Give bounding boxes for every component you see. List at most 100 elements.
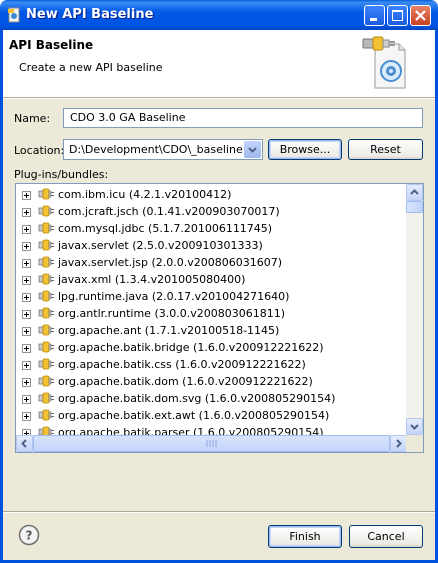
close-button[interactable]: [410, 5, 431, 26]
name-label: Name:: [14, 112, 51, 125]
title-bar[interactable]: New API Baseline: [0, 0, 438, 30]
dialog-window: New API Baseline API Baseline Create a n…: [0, 0, 438, 563]
plugin-label: org.apache.ant (1.7.1.v20100518-1145): [58, 324, 280, 337]
vertical-scrollbar[interactable]: [406, 184, 423, 435]
wizard-banner: API Baseline Create a new API baseline: [3, 30, 435, 98]
tree-row[interactable]: lpg.runtime.java (2.0.17.v201004271640): [16, 288, 407, 305]
expand-icon[interactable]: [22, 275, 31, 285]
plugin-icon: [38, 424, 54, 435]
plugin-label: org.apache.batik.ext.awt (1.6.0.v2008052…: [58, 409, 330, 422]
grip-icon: [206, 440, 217, 447]
expand-icon[interactable]: [22, 241, 31, 251]
scroll-left-button[interactable]: [16, 435, 33, 452]
tree-row[interactable]: javax.servlet (2.5.0.v200910301333): [16, 237, 407, 254]
plugin-icon: [38, 271, 54, 287]
expand-icon[interactable]: [22, 224, 31, 234]
help-icon[interactable]: ?: [18, 524, 40, 546]
plugin-label: com.mysql.jdbc (5.1.7.201006111745): [58, 222, 273, 235]
plugin-icon: [38, 339, 54, 355]
horizontal-scroll-thumb[interactable]: [33, 435, 390, 452]
expand-icon[interactable]: [22, 411, 31, 421]
scroll-up-button[interactable]: [406, 184, 423, 201]
plugin-label: org.apache.batik.dom.svg (1.6.0.v2008052…: [58, 392, 336, 405]
expand-icon[interactable]: [22, 309, 31, 319]
banner-description: Create a new API baseline: [19, 61, 163, 74]
plugin-icon: [38, 390, 54, 406]
plugin-icon: [38, 407, 54, 423]
cancel-button[interactable]: Cancel: [349, 525, 423, 548]
tree-row[interactable]: org.apache.batik.bridge (1.6.0.v20091222…: [16, 339, 407, 356]
minimize-icon: [370, 18, 377, 21]
chevron-up-icon: [410, 189, 419, 195]
tree-row[interactable]: com.mysql.jdbc (5.1.7.201006111745): [16, 220, 407, 237]
tree-row[interactable]: org.apache.batik.dom (1.6.0.v20091222162…: [16, 373, 407, 390]
plugin-icon: [38, 305, 54, 321]
minimize-button[interactable]: [364, 5, 385, 26]
plugin-icon: [38, 356, 54, 372]
tree-row[interactable]: org.apache.ant (1.7.1.v20100518-1145): [16, 322, 407, 339]
plugin-label: com.ibm.icu (4.2.1.v20100412): [58, 188, 232, 201]
chevron-right-icon: [396, 439, 402, 448]
reset-button[interactable]: Reset: [348, 139, 423, 160]
plugin-label: org.apache.batik.dom (1.6.0.v20091222162…: [58, 375, 313, 388]
location-value: D:\Development\CDO\_baseline: [69, 143, 243, 156]
banner-separator: [3, 98, 435, 99]
expand-icon[interactable]: [22, 394, 31, 404]
plugin-label: org.apache.batik.bridge (1.6.0.v20091222…: [58, 341, 324, 354]
tree-row[interactable]: org.apache.batik.css (1.6.0.v20091222162…: [16, 356, 407, 373]
expand-icon[interactable]: [22, 326, 31, 336]
expand-icon[interactable]: [22, 428, 31, 435]
plugin-icon: [38, 373, 54, 389]
plugins-tree-rows: com.ibm.icu (4.2.1.v20100412) com.jcraft.…: [16, 184, 407, 435]
plugins-label: Plug-ins/bundles:: [14, 168, 109, 181]
plugin-label: lpg.runtime.java (2.0.17.v201004271640): [58, 290, 290, 303]
tree-row[interactable]: javax.xml (1.3.4.v201005080400): [16, 271, 407, 288]
window-title: New API Baseline: [26, 7, 154, 22]
expand-icon[interactable]: [22, 292, 31, 302]
location-label: Location:: [14, 144, 65, 157]
plugin-icon: [38, 254, 54, 270]
chevron-down-icon[interactable]: [244, 141, 261, 158]
plugin-label: javax.servlet (2.5.0.v200910301333): [58, 239, 263, 252]
tree-row[interactable]: org.apache.batik.dom.svg (1.6.0.v2008052…: [16, 390, 407, 407]
finish-button[interactable]: Finish: [268, 525, 342, 548]
horizontal-scrollbar[interactable]: [16, 435, 407, 452]
plugin-icon: [38, 203, 54, 219]
maximize-icon: [392, 10, 403, 21]
maximize-button[interactable]: [387, 5, 408, 26]
expand-icon[interactable]: [22, 360, 31, 370]
banner-title: API Baseline: [9, 38, 94, 52]
plugin-icon: [38, 288, 54, 304]
baseline-wizard-icon: [362, 36, 406, 89]
tree-row[interactable]: org.apache.batik.ext.awt (1.6.0.v2008052…: [16, 407, 407, 424]
chevron-left-icon: [21, 439, 27, 448]
name-field[interactable]: CDO 3.0 GA Baseline: [63, 108, 423, 128]
scrollbar-corner: [406, 435, 423, 452]
footer-separator-highlight: [3, 512, 435, 513]
expand-icon[interactable]: [22, 190, 31, 200]
tree-row[interactable]: com.jcraft.jsch (0.1.41.v200903070017): [16, 203, 407, 220]
plugin-label: org.apache.batik.parser (1.6.0.v20080529…: [58, 426, 324, 435]
tree-row[interactable]: org.apache.batik.parser (1.6.0.v20080529…: [16, 424, 407, 435]
plugin-label: com.jcraft.jsch (0.1.41.v200903070017): [58, 205, 280, 218]
tree-row[interactable]: javax.servlet.jsp (2.0.0.v200806031607): [16, 254, 407, 271]
tree-row[interactable]: org.antlr.runtime (3.0.0.v200803061811): [16, 305, 407, 322]
tree-row[interactable]: com.ibm.icu (4.2.1.v20100412): [16, 186, 407, 203]
expand-icon[interactable]: [22, 343, 31, 353]
plugin-icon: [38, 322, 54, 338]
location-combo[interactable]: D:\Development\CDO\_baseline: [63, 139, 263, 160]
expand-icon[interactable]: [22, 207, 31, 217]
plugin-icon: [38, 237, 54, 253]
plugin-label: org.apache.batik.css (1.6.0.v20091222162…: [58, 358, 306, 371]
plugin-label: javax.xml (1.3.4.v201005080400): [58, 273, 246, 286]
plugin-icon: [38, 220, 54, 236]
plugins-tree[interactable]: com.ibm.icu (4.2.1.v20100412) com.jcraft.…: [15, 183, 424, 453]
browse-button[interactable]: Browse...: [268, 139, 342, 160]
scroll-down-button[interactable]: [406, 418, 423, 435]
expand-icon[interactable]: [22, 377, 31, 387]
svg-text:?: ?: [26, 529, 33, 543]
plugin-label: org.antlr.runtime (3.0.0.v200803061811): [58, 307, 286, 320]
expand-icon[interactable]: [22, 258, 31, 268]
vertical-scroll-thumb[interactable]: [406, 201, 423, 213]
scroll-right-button[interactable]: [390, 435, 407, 452]
